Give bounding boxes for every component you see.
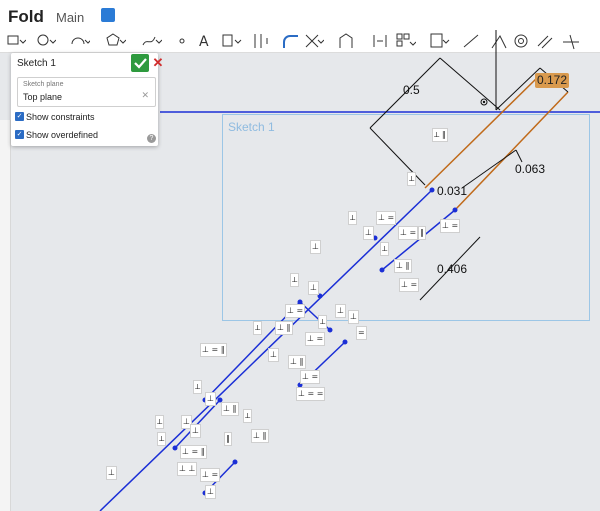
show-constraints-label: Show constraints	[26, 112, 95, 122]
check-icon	[134, 58, 147, 69]
constraint-tag[interactable]: ⟂	[155, 415, 165, 429]
help-icon[interactable]: ?	[147, 134, 156, 143]
constraint-tag[interactable]: ⊥ =	[200, 468, 221, 482]
dimension-0-406[interactable]: 0.406	[437, 262, 467, 276]
constraint-tag[interactable]: ⟂ ∥	[432, 128, 448, 142]
dimension-0-5[interactable]: 0.5	[403, 83, 420, 97]
constraint-tag[interactable]: ⊥ = ∥	[180, 445, 207, 459]
field-value: Top plane	[23, 92, 63, 102]
constraint-tag[interactable]: ⊥	[335, 304, 346, 318]
constraint-tag[interactable]: ⟂	[193, 380, 203, 394]
constraint-tag[interactable]: ⟂	[348, 211, 358, 225]
dimension-0-063[interactable]: 0.063	[515, 162, 545, 176]
constraint-tag[interactable]: ⟂	[407, 172, 417, 186]
accept-button[interactable]	[131, 54, 149, 72]
dimension-0-031[interactable]: 0.031	[437, 184, 467, 198]
dialog-title: Sketch 1	[17, 58, 56, 69]
constraint-tag[interactable]: ∥	[418, 226, 426, 240]
constraint-tag[interactable]: ⟂	[243, 409, 253, 423]
constraint-tag[interactable]: ⊥	[363, 226, 374, 240]
constraint-tag[interactable]: ⊥	[205, 485, 216, 499]
constraint-tag[interactable]: ⟂	[380, 242, 390, 256]
sketch-dialog: Sketch 1 ✕ Sketch plane Top plane ✕ ✓ Sh…	[11, 53, 163, 146]
constraint-tag[interactable]: ⊥ = ∥	[200, 343, 227, 357]
constraint-tag[interactable]: ⊥	[310, 240, 321, 254]
constraint-tag[interactable]: ⊥	[308, 281, 319, 295]
constraint-tag[interactable]: ⊥ = =	[296, 387, 326, 401]
show-constraints-checkbox[interactable]: ✓	[15, 112, 24, 121]
dimension-0-172[interactable]: 0.172	[535, 73, 569, 88]
sketch-plane-field[interactable]: Sketch plane Top plane ✕	[17, 77, 156, 107]
constraint-tag[interactable]: ⊥ ∥	[275, 321, 293, 335]
constraint-tag[interactable]: ⊥ ⊥	[177, 462, 198, 476]
constraint-tag[interactable]: ⟂	[290, 273, 300, 287]
clear-icon[interactable]: ✕	[141, 90, 149, 101]
show-overdefined-checkbox[interactable]: ✓	[15, 130, 24, 139]
constraint-tag[interactable]: ⟂	[318, 315, 328, 329]
constraint-tag[interactable]: ⊥ ∥	[221, 402, 239, 416]
show-overdefined-label: Show overdefined	[26, 130, 99, 140]
cancel-button[interactable]: ✕	[152, 54, 164, 72]
constraint-tag[interactable]: ∥	[224, 432, 232, 446]
constraint-tag[interactable]: ⊥ =	[398, 226, 419, 240]
constraint-tag[interactable]: ⊥ =	[399, 278, 420, 292]
field-label: Sketch plane	[23, 81, 64, 88]
constraint-tag[interactable]: =	[356, 326, 367, 340]
constraint-tag[interactable]: ⊥ =	[285, 304, 306, 318]
constraint-tag[interactable]: ⊥	[268, 348, 279, 362]
constraint-tag[interactable]: ⟂	[253, 321, 263, 335]
constraint-tag[interactable]: ⊥ ∥	[394, 259, 412, 273]
constraint-tag[interactable]: ⊥ ∥	[288, 355, 306, 369]
constraint-tag[interactable]: ⊥	[205, 392, 216, 406]
constraint-tag[interactable]: ⟂	[157, 432, 167, 446]
constraint-tag[interactable]: ⊥	[348, 310, 359, 324]
constraint-tag[interactable]: ⊥ ∥	[251, 429, 269, 443]
constraint-tag[interactable]: ⊥ =	[305, 332, 326, 346]
constraint-tag[interactable]: ⊥ =	[440, 219, 461, 233]
constraint-tag[interactable]: ⊥	[106, 466, 117, 480]
constraint-tag[interactable]: ⊥ =	[300, 370, 321, 384]
constraint-tag[interactable]: ⊥	[190, 424, 201, 438]
constraint-tag[interactable]: ⊥ =	[376, 211, 397, 225]
